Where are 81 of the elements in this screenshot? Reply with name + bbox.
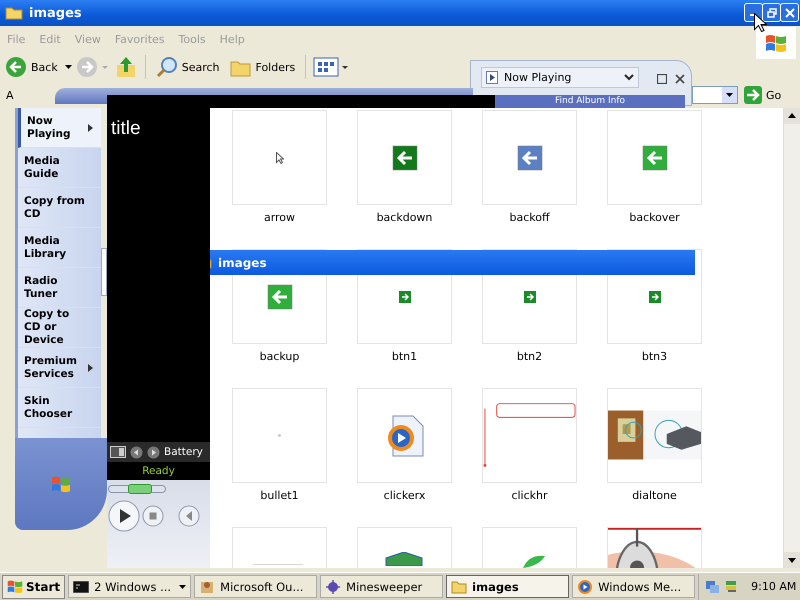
views-icon[interactable]	[313, 56, 350, 78]
player-menu-item[interactable]: Now Playing	[18, 108, 101, 148]
restore-button[interactable]	[762, 3, 781, 22]
taskbar-button[interactable]: Windows Me...	[572, 575, 696, 598]
window-title: images	[29, 6, 82, 20]
file-name: btn3	[642, 350, 668, 363]
restore-icon	[766, 8, 776, 18]
folders-button[interactable]: Folders	[226, 54, 298, 80]
scrollbar[interactable]	[783, 108, 800, 568]
chevron-icon	[624, 74, 634, 81]
player-status: Ready	[107, 462, 210, 480]
taskbar-button[interactable]: Microsoft Ou...	[194, 575, 318, 598]
shield-icon	[384, 552, 424, 566]
file-name: btn2	[516, 350, 542, 363]
search-button[interactable]: Search	[152, 54, 223, 80]
play-page-icon	[486, 71, 498, 84]
close-icon[interactable]	[675, 74, 685, 84]
maximize-icon[interactable]	[657, 74, 667, 84]
seek-thumb[interactable]	[128, 484, 152, 494]
console-icon	[73, 580, 90, 592]
file-name: clickhr	[511, 489, 548, 502]
address-label: A	[5, 88, 14, 102]
view-toggle-icon[interactable]	[110, 446, 126, 458]
album-info-button[interactable]: Find Album Info	[495, 95, 685, 108]
track-name: Battery	[164, 446, 203, 458]
mine-icon	[325, 578, 342, 594]
close-icon	[784, 8, 794, 18]
search-icon	[156, 56, 178, 78]
player-menu-item[interactable]: Copy to CD or Device	[18, 308, 101, 348]
player-menu-item[interactable]: Skin Chooser	[18, 388, 101, 428]
previous-icon[interactable]	[130, 446, 143, 458]
player-menu-item[interactable]: Copy from CD	[18, 188, 101, 228]
splitter-handle[interactable]	[101, 248, 107, 296]
taskbar-button[interactable]: 2 Windows ...	[68, 575, 192, 598]
next-icon[interactable]	[147, 446, 160, 458]
go-arrow-icon	[744, 86, 762, 104]
skip-back-button[interactable]	[178, 505, 200, 527]
folder-icon	[5, 6, 23, 20]
leaf-icon	[523, 554, 545, 568]
faint-mark	[253, 564, 303, 565]
player-menu-item[interactable]: Media Guide	[18, 148, 101, 188]
caret-icon	[179, 584, 186, 588]
taskbar-button[interactable]: images	[446, 575, 570, 598]
pointer-icon	[276, 152, 284, 164]
windows-logo-icon	[765, 33, 787, 53]
clock: 9:10 AM	[751, 580, 796, 593]
stop-button[interactable]	[142, 505, 164, 527]
file-name: arrow	[264, 211, 296, 224]
close-button[interactable]	[780, 3, 799, 22]
windows-logo-icon	[7, 579, 23, 594]
submenu-arrow-icon	[88, 124, 93, 132]
file-name: bullet1	[260, 489, 299, 502]
window-title: images	[218, 256, 267, 270]
file-name: backdown	[376, 211, 432, 224]
seek-slider[interactable]	[108, 485, 166, 493]
view-dropdown[interactable]: Now Playing	[481, 67, 639, 88]
windows-logo-icon	[51, 475, 71, 493]
address-dropdown[interactable]	[692, 86, 738, 104]
video-title: title	[111, 118, 141, 140]
submenu-arrow-icon	[88, 364, 93, 372]
dot-icon	[278, 434, 281, 437]
arrow-button-icon	[398, 290, 410, 302]
file-name: dialtone	[632, 489, 677, 502]
file-name: clickerx	[384, 489, 426, 502]
player-menu-item[interactable]: Premium Services	[18, 348, 101, 388]
start-button[interactable]: Start	[2, 574, 66, 598]
media-player-icon	[577, 578, 594, 594]
taskbar-button[interactable]: Minesweeper	[320, 575, 444, 598]
play-button[interactable]	[108, 500, 140, 532]
arrow-button-icon	[524, 290, 536, 302]
back-button[interactable]: Back	[2, 54, 61, 80]
arrow-button-icon	[648, 290, 660, 302]
network-icon[interactable]	[705, 579, 720, 594]
file-name: backover	[629, 211, 680, 224]
file-name: backup	[260, 350, 300, 363]
caret-icon	[722, 87, 737, 103]
file-name: backoff	[509, 211, 550, 224]
folder-icon	[451, 580, 468, 594]
caret-icon[interactable]	[64, 65, 72, 69]
go-button[interactable]: Go	[744, 85, 782, 105]
file-name: btn1	[392, 350, 418, 363]
